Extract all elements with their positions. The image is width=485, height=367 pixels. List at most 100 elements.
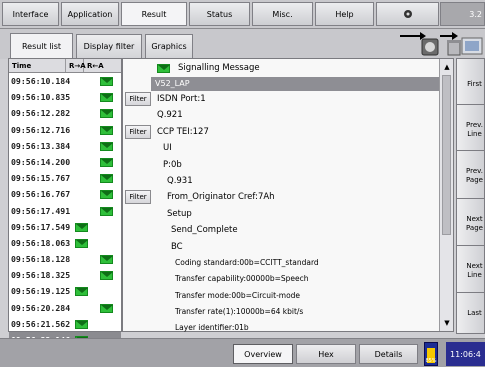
- column-rxa[interactable]: R→A: [66, 59, 86, 72]
- envelope-icon: [100, 157, 113, 167]
- detail-line-text: Transfer rate(1):10000b=64 kbit/s: [175, 307, 304, 317]
- detail-line[interactable]: BC: [123, 239, 453, 255]
- list-item-time: 09:56:15.767: [11, 173, 71, 184]
- list-item-time: 09:56:17.549: [11, 221, 71, 232]
- filter-button[interactable]: Filter: [125, 124, 151, 139]
- filter-button[interactable]: Filter: [125, 190, 151, 205]
- list-item[interactable]: 09:56:10.835: [9, 89, 121, 105]
- first-button[interactable]: First: [456, 58, 485, 110]
- hex-button[interactable]: Hex: [296, 344, 356, 364]
- menu-interface[interactable]: Interface: [2, 2, 59, 26]
- tab-graphics[interactable]: Graphics: [145, 34, 193, 58]
- detail-line[interactable]: Coding standard:00b=CCITT_standard: [123, 255, 453, 271]
- detail-line[interactable]: Setup: [123, 206, 453, 222]
- detail-line-text: Transfer mode:00b=Circuit-mode: [175, 290, 301, 300]
- detail-line[interactable]: Send_Complete: [123, 222, 453, 238]
- detail-line-text: Coding standard:00b=CCITT_standard: [175, 257, 319, 267]
- envelope-icon: [100, 93, 113, 103]
- list-item[interactable]: 09:56:19.125: [9, 283, 121, 299]
- list-item[interactable]: 09:56:17.549: [9, 219, 121, 235]
- detail-line-text: Send_Complete: [171, 225, 238, 236]
- scroll-thumb[interactable]: [442, 75, 451, 235]
- detail-line[interactable]: Transfer capability:00000b=Speech: [123, 271, 453, 287]
- detail-line-text: Transfer capability:00000b=Speech: [175, 274, 309, 284]
- envelope-icon: [100, 141, 113, 151]
- tab-result-list[interactable]: Result list: [10, 33, 73, 59]
- column-r2a[interactable]: R←A: [84, 59, 121, 72]
- scroll-up-icon[interactable]: ▲: [442, 61, 452, 73]
- detail-line[interactable]: P:0b: [123, 157, 453, 173]
- filter-button[interactable]: Filter: [125, 92, 151, 106]
- detail-line[interactable]: UI: [123, 140, 453, 156]
- prev-page-button[interactable]: Prev. Page: [456, 150, 485, 202]
- envelope-icon: [100, 174, 113, 184]
- tab-display-filter[interactable]: Display filter: [76, 34, 142, 58]
- screen-icon[interactable]: [461, 37, 483, 55]
- menu-right-text: 3.2: [469, 9, 482, 19]
- prev-line-button[interactable]: Prev. Line: [456, 104, 485, 156]
- list-item-time: 09:56:10.184: [11, 76, 71, 86]
- list-item-time: 09:56:14.200: [11, 156, 71, 167]
- list-item[interactable]: 09:56:12.716: [9, 122, 121, 138]
- envelope-icon: [100, 190, 113, 200]
- menu-help[interactable]: Help: [315, 2, 374, 26]
- details-button[interactable]: Details: [359, 344, 418, 364]
- list-item-time: 09:56:18.325: [11, 270, 71, 281]
- list-item[interactable]: 09:56:21.562: [9, 316, 121, 332]
- detail-line-text: Layer identifier:01b: [175, 323, 249, 333]
- list-item[interactable]: 09:56:20.284: [9, 300, 121, 316]
- envelope-icon: [100, 206, 113, 216]
- menu-result[interactable]: Result: [121, 2, 187, 26]
- detail-line[interactable]: Transfer mode:00b=Circuit-mode: [123, 288, 453, 304]
- list-item[interactable]: 09:56:16.767: [9, 186, 121, 202]
- scrollbar[interactable]: ▲ ▼: [439, 59, 453, 331]
- detail-line-text: Setup: [167, 208, 192, 219]
- detail-line[interactable]: Filter ISDN Port:1: [123, 91, 453, 107]
- scroll-down-icon[interactable]: ▼: [442, 317, 452, 329]
- list-item[interactable]: 09:56:14.200: [9, 154, 121, 170]
- detail-line[interactable]: Layer identifier:01b: [123, 320, 453, 336]
- delete-bin-icon[interactable]: [440, 32, 461, 56]
- gear-icon: [403, 10, 412, 18]
- list-header: Time R→A R←A: [9, 59, 121, 73]
- menu-settings[interactable]: [376, 2, 439, 26]
- list-item[interactable]: 09:56:12.282: [9, 105, 121, 121]
- detail-line-text: Q.921: [157, 110, 183, 121]
- detail-line-text: ISDN Port:1: [157, 94, 206, 104]
- column-time[interactable]: Time: [9, 59, 66, 72]
- list-item-time: 09:56:16.767: [11, 189, 71, 200]
- list-item[interactable]: 09:56:18.063: [9, 235, 121, 251]
- list-item-time: 09:56:21.562: [11, 318, 71, 329]
- last-button[interactable]: Last: [456, 292, 485, 334]
- menu-status[interactable]: Status: [189, 2, 250, 26]
- detail-line[interactable]: Q.931: [123, 173, 453, 189]
- detail-line[interactable]: Transfer rate(1):10000b=64 kbit/s: [123, 304, 453, 320]
- envelope-icon: [100, 109, 113, 119]
- list-item[interactable]: 09:56:10.184: [9, 73, 121, 89]
- detail-panel: Signalling Message V52_LAP Filter ISDN Po…: [122, 58, 454, 349]
- detail-line[interactable]: Filter CCP TEI:127: [123, 124, 453, 140]
- detail-line-text: P:0b: [163, 159, 182, 170]
- overview-button[interactable]: Overview: [233, 344, 293, 364]
- next-page-button[interactable]: Next Page: [456, 198, 485, 250]
- detail-line[interactable]: Q.921: [123, 107, 453, 123]
- list-item[interactable]: 09:56:17.491: [9, 203, 121, 219]
- detail-line-text: CCP TEI:127: [157, 126, 209, 137]
- envelope-icon: [100, 77, 113, 86]
- list-item[interactable]: 09:56:13.384: [9, 138, 121, 154]
- record-arrow-icon[interactable]: [400, 32, 439, 56]
- detail-line[interactable]: Filter From_Originator Cref:7Ah: [123, 189, 453, 205]
- detail-header-text: Signalling Message: [178, 63, 260, 73]
- detail-header: Signalling Message: [123, 59, 453, 77]
- list-item[interactable]: 09:56:18.325: [9, 267, 121, 283]
- menu-application[interactable]: Application: [61, 2, 119, 26]
- list-item-time: 09:56:10.835: [11, 92, 71, 103]
- list-item[interactable]: 09:56:15.767: [9, 170, 121, 186]
- next-line-button[interactable]: Next Line: [456, 245, 485, 297]
- message-list: Time R→A R←A 09:56:10.184 09:56:10.835 09:…: [8, 58, 122, 349]
- list-item[interactable]: 09:56:18.128: [9, 251, 121, 267]
- list-item-time: 09:56:13.384: [11, 140, 71, 151]
- envelope-icon: [75, 287, 88, 297]
- menu-misc[interactable]: Misc.: [252, 2, 313, 26]
- envelope-icon: [100, 255, 113, 265]
